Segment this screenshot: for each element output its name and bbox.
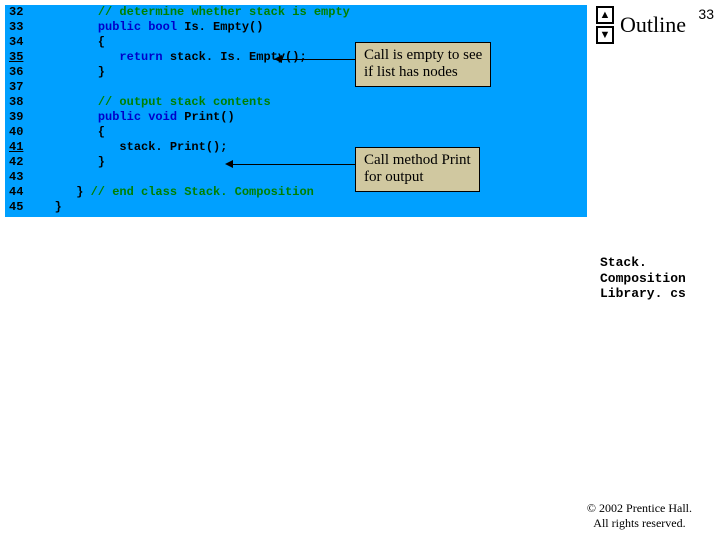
slide: 33 ▲ ▼ Outline 32 // determine whether s… — [0, 0, 720, 540]
code-line: 35 return stack. Is. Empty(); — [5, 50, 587, 65]
code-line: 36 } — [5, 65, 587, 80]
code-line: 38 // output stack contents — [5, 95, 587, 110]
code-text: // output stack contents — [33, 95, 587, 110]
code-text: } // end class Stack. Composition — [33, 185, 587, 200]
callout-line: if list has nodes — [364, 64, 458, 80]
code-text — [33, 80, 587, 95]
callout-isempty: Call is empty to see if list has nodes — [355, 42, 491, 87]
code-line: 33 public bool Is. Empty() — [5, 20, 587, 35]
code-text: { — [33, 35, 587, 50]
arrow-head-icon — [225, 160, 233, 168]
line-number: 38 — [5, 95, 33, 110]
code-text: return stack. Is. Empty(); — [33, 50, 587, 65]
line-number: 32 — [5, 5, 33, 20]
line-number: 43 — [5, 170, 33, 185]
code-line: 40 { — [5, 125, 587, 140]
line-number: 34 — [5, 35, 33, 50]
code-line: 37 — [5, 80, 587, 95]
code-listing: 32 // determine whether stack is empty33… — [5, 5, 587, 217]
callout-line: Call method Print — [364, 152, 471, 168]
line-number: 36 — [5, 65, 33, 80]
line-number: 33 — [5, 20, 33, 35]
code-line: 32 // determine whether stack is empty — [5, 5, 587, 20]
outline-up-button[interactable]: ▲ — [596, 6, 614, 24]
callout-line: Call is empty to see — [364, 47, 482, 63]
code-text — [33, 170, 587, 185]
file-label: Stack. Composition Library. cs — [600, 255, 720, 302]
code-line: 34 { — [5, 35, 587, 50]
arrow-head-icon — [274, 55, 282, 63]
code-text: } — [33, 200, 587, 215]
arrow-line — [233, 164, 356, 165]
code-text: { — [33, 125, 587, 140]
outline-label: Outline — [620, 12, 686, 38]
file-label-line: Library. cs — [600, 286, 686, 301]
code-line: 43 — [5, 170, 587, 185]
code-line: 41 stack. Print(); — [5, 140, 587, 155]
callout-line: for output — [364, 169, 424, 185]
line-number: 42 — [5, 155, 33, 170]
code-line: 39 public void Print() — [5, 110, 587, 125]
code-line: 44 } // end class Stack. Composition — [5, 185, 587, 200]
line-number: 39 — [5, 110, 33, 125]
code-text: public bool Is. Empty() — [33, 20, 587, 35]
code-text: stack. Print(); — [33, 140, 587, 155]
copyright-line: © 2002 Prentice Hall. — [587, 501, 692, 515]
arrow-column: ▲ ▼ — [596, 6, 614, 44]
file-label-line: Stack. Composition — [600, 255, 686, 286]
copyright-notice: © 2002 Prentice Hall. All rights reserve… — [587, 501, 692, 530]
code-text: } — [33, 155, 587, 170]
code-text: // determine whether stack is empty — [33, 5, 587, 20]
line-number: 40 — [5, 125, 33, 140]
line-number: 44 — [5, 185, 33, 200]
code-text: } — [33, 65, 587, 80]
arrow-line — [282, 59, 356, 60]
line-number: 37 — [5, 80, 33, 95]
outline-nav: ▲ ▼ Outline — [596, 6, 686, 44]
line-number: 41 — [5, 140, 33, 155]
code-text: public void Print() — [33, 110, 587, 125]
code-line: 45 } — [5, 200, 587, 215]
callout-print: Call method Print for output — [355, 147, 480, 192]
line-number: 45 — [5, 200, 33, 215]
line-number: 35 — [5, 50, 33, 65]
outline-down-button[interactable]: ▼ — [596, 26, 614, 44]
copyright-line: All rights reserved. — [593, 516, 685, 530]
code-line: 42 } — [5, 155, 587, 170]
page-number: 33 — [698, 6, 714, 22]
